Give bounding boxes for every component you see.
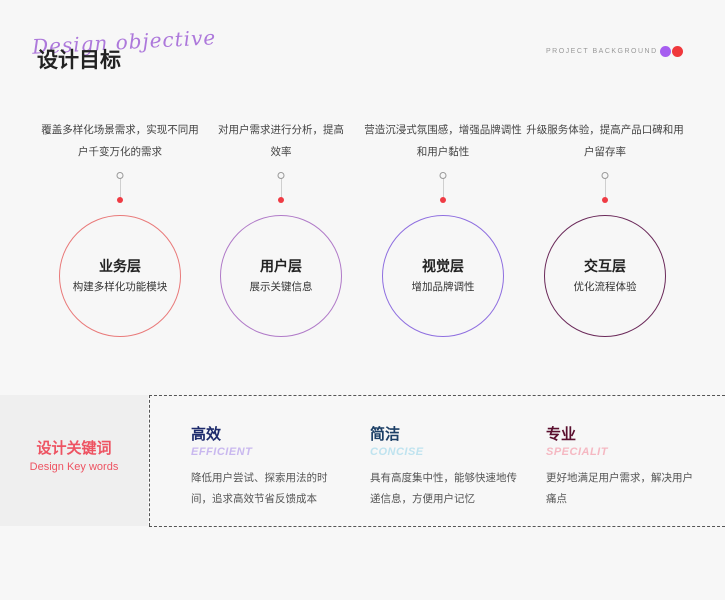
red-dot-icon — [117, 197, 123, 203]
layer-circle — [382, 215, 504, 337]
layer-title: 视觉层 — [422, 258, 464, 274]
layer-description: 对用户需求进行分析，提高效率 — [218, 124, 344, 158]
hollow-dot-icon — [116, 172, 124, 179]
hollow-dot-icon — [439, 172, 447, 179]
layer-description: 升级服务体验，提高产品口碑和用户留存率 — [526, 124, 684, 158]
keyword-efficient: 高效 EFFICIENT 降低用户尝试、探索用法的时间，追求高效节省反馈成本 — [191, 423, 341, 510]
dashed-divider-bottom — [149, 526, 725, 527]
hollow-dot-icon — [601, 172, 609, 179]
keywords-title: 设计关键词 — [36, 440, 112, 457]
layer-column-visual: 营造沉浸式氛围感，增强品牌调性和用户黏性 视觉层 增加品牌调性 — [362, 0, 524, 345]
layer-title: 业务层 — [99, 258, 141, 274]
layer-circle — [544, 215, 666, 337]
keyword-title: 简洁 — [370, 426, 401, 443]
keyword-description: 具有高度集中性，能够快速地传递信息，方便用户记忆 — [370, 472, 517, 505]
layer-subtitle: 构建多样化功能模块 — [72, 281, 168, 293]
keyword-title: 高效 — [191, 426, 222, 443]
layer-title: 交互层 — [584, 258, 626, 274]
keyword-english: CONCISE — [370, 446, 424, 458]
keyword-description: 降低用户尝试、探索用法的时间，追求高效节省反馈成本 — [191, 472, 328, 505]
red-dot-icon — [440, 197, 446, 203]
red-dot-icon — [278, 197, 284, 203]
keyword-specialit: 专业 SPECIALIT 更好地满足用户需求，解决用户痛点 — [546, 423, 696, 510]
keyword-title: 专业 — [546, 426, 577, 443]
keyword-concise: 简洁 CONCISE 具有高度集中性，能够快速地传递信息，方便用户记忆 — [370, 423, 520, 510]
keywords-subtitle: Design Key words — [29, 461, 119, 473]
red-dot-icon — [602, 197, 608, 203]
layer-description: 覆盖多样化场景需求，实现不同用户千变万化的需求 — [41, 124, 199, 158]
layer-subtitle: 优化流程体验 — [573, 281, 637, 293]
keyword-description: 更好地满足用户需求，解决用户痛点 — [546, 472, 693, 505]
dashed-divider-left — [149, 395, 150, 526]
layer-circle — [59, 215, 181, 337]
layer-column-user: 对用户需求进行分析，提高效率 用户层 展示关键信息 — [200, 0, 362, 345]
layer-column-business: 覆盖多样化场景需求，实现不同用户千变万化的需求 业务层 构建多样化功能模块 — [39, 0, 201, 345]
dashed-divider-top — [149, 395, 725, 396]
layer-column-interaction: 升级服务体验，提高产品口碑和用户留存率 交互层 优化流程体验 — [524, 0, 686, 345]
layer-description: 营造沉浸式氛围感，增强品牌调性和用户黏性 — [364, 124, 522, 158]
keyword-english: SPECIALIT — [546, 446, 608, 458]
layer-subtitle: 增加品牌调性 — [411, 281, 475, 293]
layer-circle — [220, 215, 342, 337]
keyword-english: EFFICIENT — [191, 446, 253, 458]
layer-title: 用户层 — [260, 258, 302, 274]
layer-subtitle: 展示关键信息 — [249, 281, 313, 293]
hollow-dot-icon — [277, 172, 285, 179]
